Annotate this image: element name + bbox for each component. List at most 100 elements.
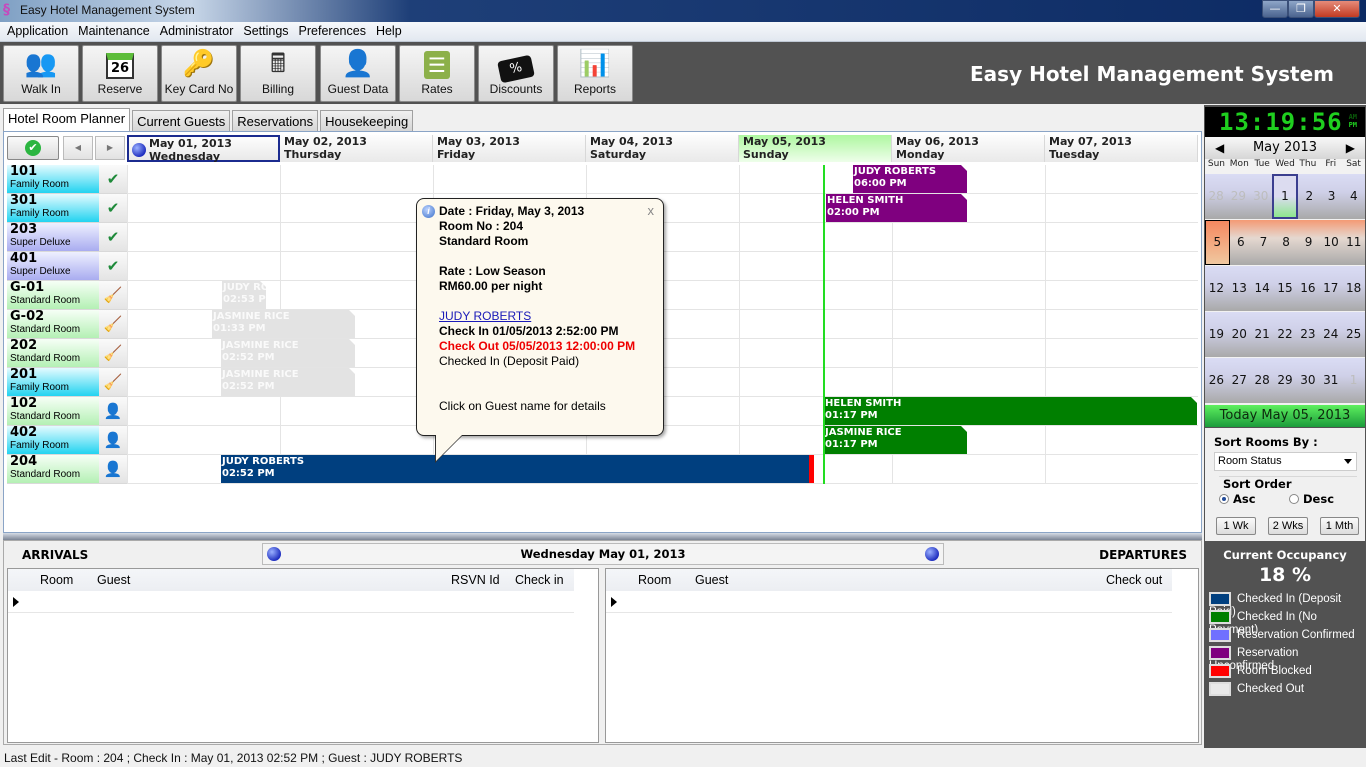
next-month-button[interactable]: ▶ [1346, 137, 1355, 159]
arrivals-grid[interactable]: Room Guest RSVN Id Check in [7, 568, 599, 743]
sort-desc-radio[interactable]: Desc [1289, 492, 1334, 506]
day-header[interactable]: May 02, 2013 Thursday [280, 135, 433, 162]
calendar-day[interactable]: 5 [1205, 220, 1230, 265]
calendar-day[interactable]: 25 [1342, 312, 1365, 357]
day-header[interactable]: May 05, 2013 Sunday [739, 135, 892, 162]
calendar-day[interactable]: 24 [1319, 312, 1342, 357]
day-header[interactable]: May 03, 2013 Friday [433, 135, 586, 162]
room-row[interactable]: 102 Standard Room 👤 [7, 397, 127, 426]
calendar-day[interactable]: 23 [1296, 312, 1319, 357]
room-row[interactable]: 402 Family Room 👤 [7, 426, 127, 455]
calendar-day[interactable]: 27 [1228, 358, 1251, 403]
range-1wk-button[interactable]: 1 Wk [1216, 517, 1256, 535]
menu-preferences[interactable]: Preferences [295, 22, 370, 41]
refresh-button[interactable]: ✔ [7, 136, 59, 160]
calendar-day[interactable]: 16 [1296, 266, 1319, 311]
calendar-day[interactable]: 31 [1319, 358, 1342, 403]
col-guest[interactable]: Guest [97, 573, 130, 587]
range-2wks-button[interactable]: 2 Wks [1268, 517, 1308, 535]
calendar-day[interactable]: 22 [1274, 312, 1297, 357]
room-row[interactable]: 301 Family Room ✔ [7, 194, 127, 223]
billing-button[interactable]: 🖩 Billing [240, 45, 316, 102]
prev-month-button[interactable]: ◀ [1215, 137, 1224, 159]
room-row[interactable]: 101 Family Room ✔ [7, 165, 127, 194]
menu-maintenance[interactable]: Maintenance [74, 22, 154, 41]
calendar-day[interactable]: 14 [1251, 266, 1274, 311]
reports-button[interactable]: 📊 Reports [557, 45, 633, 102]
departures-grid[interactable]: Room Guest Check out [605, 568, 1199, 743]
tab-reservations[interactable]: Reservations [232, 110, 319, 131]
calendar-day[interactable]: 29 [1274, 358, 1297, 403]
booking-block[interactable]: JUDY RO02:53 PM [222, 281, 266, 309]
reserve-button[interactable]: 26 Reserve [82, 45, 158, 102]
range-1mth-button[interactable]: 1 Mth [1320, 517, 1359, 535]
calendar-day[interactable]: 3 [1320, 174, 1342, 219]
calendar-day[interactable]: 10 [1320, 220, 1343, 265]
next-date-button[interactable] [925, 547, 939, 561]
room-row[interactable]: G-02 Standard Room 🧹 [7, 310, 127, 339]
tooltip-guest-link[interactable]: JUDY ROBERTS [439, 309, 663, 324]
booking-block[interactable]: JUDY ROBERTS 06:00 PM [853, 165, 967, 193]
table-row[interactable] [606, 593, 1172, 613]
calendar-day[interactable]: 21 [1251, 312, 1274, 357]
key-card-button[interactable]: 🔑 Key Card No [161, 45, 237, 102]
calendar-day[interactable]: 30 [1250, 174, 1272, 219]
menu-help[interactable]: Help [372, 22, 406, 41]
booking-block[interactable]: JASMINE RICE 02:52 PM [221, 339, 355, 367]
prev-week-button[interactable]: ◀ [63, 136, 93, 160]
calendar-day[interactable]: 7 [1252, 220, 1275, 265]
room-row[interactable]: 204 Standard Room 👤 [7, 455, 127, 484]
guest-data-button[interactable]: 👤 Guest Data [320, 45, 396, 102]
day-header[interactable]: May 04, 2013 Saturday [586, 135, 739, 162]
calendar-day[interactable]: 2 [1298, 174, 1320, 219]
tab-housekeeping[interactable]: Housekeeping [320, 110, 414, 131]
tab-hotel-room-planner[interactable]: Hotel Room Planner [3, 108, 131, 131]
booking-block[interactable]: JASMINE RICE 02:52 PM [221, 368, 355, 396]
booking-block[interactable]: HELEN SMITH 02:00 PM [826, 194, 967, 222]
sort-by-select[interactable]: Room Status [1214, 452, 1357, 471]
calendar-day[interactable]: 28 [1251, 358, 1274, 403]
calendar-day[interactable]: 29 [1227, 174, 1249, 219]
col-room[interactable]: Room [40, 573, 73, 587]
calendar-day[interactable]: 9 [1297, 220, 1320, 265]
room-row[interactable]: G-01 Standard Room 🧹 [7, 281, 127, 310]
minimize-button[interactable]: — [1262, 0, 1288, 18]
menu-administrator[interactable]: Administrator [156, 22, 238, 41]
calendar-day[interactable]: 12 [1205, 266, 1228, 311]
calendar-day[interactable]: 28 [1205, 174, 1227, 219]
room-row[interactable]: 201 Family Room 🧹 [7, 368, 127, 397]
restore-button[interactable]: ❐ [1288, 0, 1314, 18]
walk-in-button[interactable]: 👥 Walk In [3, 45, 79, 102]
menu-settings[interactable]: Settings [239, 22, 292, 41]
room-row[interactable]: 202 Standard Room 🧹 [7, 339, 127, 368]
calendar-day[interactable]: 18 [1342, 266, 1365, 311]
calendar-day[interactable]: 17 [1319, 266, 1342, 311]
day-header[interactable]: May 01, 2013 Wednesday [127, 135, 280, 163]
calendar-day[interactable]: 8 [1275, 220, 1298, 265]
rates-button[interactable]: ☰ Rates [399, 45, 475, 102]
day-header[interactable]: May 07, 2013 Tuesday [1045, 135, 1198, 162]
calendar-day[interactable]: 6 [1230, 220, 1253, 265]
calendar-day[interactable]: 26 [1205, 358, 1228, 403]
calendar-day[interactable]: 13 [1228, 266, 1251, 311]
tooltip-close-icon[interactable]: x [648, 203, 655, 218]
calendar-day[interactable]: 20 [1228, 312, 1251, 357]
menu-application[interactable]: Application [3, 22, 72, 41]
panel-splitter[interactable] [3, 533, 1202, 540]
day-header[interactable]: May 06, 2013 Monday [892, 135, 1045, 162]
tab-current-guests[interactable]: Current Guests [132, 110, 231, 131]
calendar-day[interactable]: 1 [1342, 358, 1365, 403]
calendar-day[interactable]: 1 [1271, 174, 1299, 219]
calendar-day[interactable]: 15 [1274, 266, 1297, 311]
col-check-in[interactable]: Check in [515, 573, 564, 587]
col-room[interactable]: Room [638, 573, 671, 587]
calendar-day[interactable]: 19 [1205, 312, 1228, 357]
calendar-day[interactable]: 11 [1342, 220, 1365, 265]
close-button[interactable]: ✕ [1314, 0, 1360, 18]
calendar-day[interactable]: 4 [1343, 174, 1365, 219]
col-guest[interactable]: Guest [695, 573, 728, 587]
col-check-out[interactable]: Check out [1106, 573, 1162, 587]
today-button[interactable]: Today May 05, 2013 [1205, 405, 1365, 427]
col-rsvn-id[interactable]: RSVN Id [451, 573, 500, 587]
table-row[interactable] [8, 593, 574, 613]
